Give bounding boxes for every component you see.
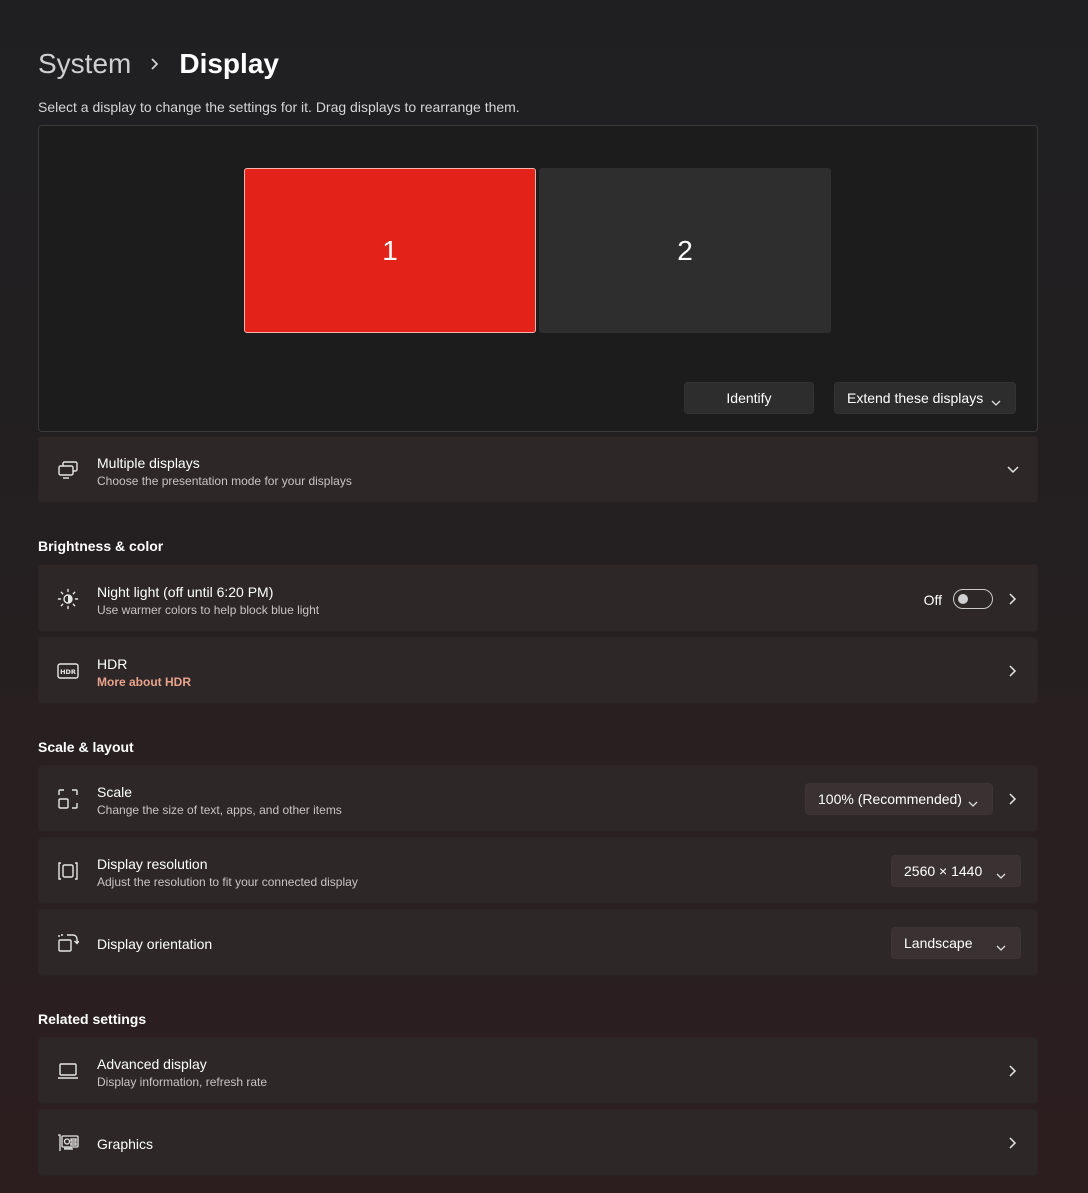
night-light-desc: Use warmer colors to help block blue lig… [97, 603, 320, 617]
resolution-value: 2560 × 1440 [904, 863, 983, 879]
display-mode-dropdown[interactable]: Extend these displays [834, 382, 1016, 414]
night-light-title: Night light (off until 6:20 PM) [97, 584, 274, 600]
scale-desc: Change the size of text, apps, and other… [97, 803, 342, 817]
orientation-dropdown[interactable]: Landscape [891, 927, 1021, 959]
display-resolution-title: Display resolution [97, 856, 208, 872]
resolution-dropdown[interactable]: 2560 × 1440 [891, 855, 1021, 887]
scale-title: Scale [97, 784, 133, 800]
graphics-card[interactable]: Graphics [38, 1109, 1038, 1176]
page-subtitle: Select a display to change the settings … [38, 99, 520, 115]
multiple-displays-title: Multiple displays [97, 455, 200, 471]
orientation-value: Landscape [904, 935, 973, 951]
night-light-toggle[interactable] [953, 589, 993, 609]
more-about-hdr-link[interactable]: More about HDR [97, 675, 191, 689]
chevron-right-icon[interactable] [1005, 591, 1021, 607]
chevron-down-icon [996, 939, 1006, 955]
chevron-right-icon[interactable] [1005, 791, 1021, 807]
graphics-card-icon [57, 1132, 79, 1154]
breadcrumb: System Display [38, 44, 279, 84]
advanced-display-card[interactable]: Advanced display Display information, re… [38, 1037, 1038, 1104]
display-orientation-card: Display orientation Landscape [38, 909, 1038, 976]
night-light-toggle-label: Off [923, 592, 942, 608]
chevron-right-icon[interactable] [1005, 1135, 1021, 1151]
monitor-1[interactable]: 1 [244, 168, 536, 333]
advanced-display-title: Advanced display [97, 1056, 207, 1072]
night-light-card[interactable]: Night light (off until 6:20 PM) Use warm… [38, 564, 1038, 632]
multiple-displays-icon [57, 459, 79, 481]
breadcrumb-system[interactable]: System [38, 48, 131, 80]
page-title: Display [179, 48, 279, 79]
graphics-title: Graphics [97, 1136, 154, 1152]
hdr-title: HDR [97, 656, 128, 672]
chevron-right-icon[interactable] [1005, 663, 1021, 679]
scale-icon [57, 788, 79, 810]
chevron-down-icon [996, 867, 1006, 883]
scale-card[interactable]: Scale Change the size of text, apps, and… [38, 765, 1038, 832]
scale-dropdown[interactable]: 100% (Recommended) [805, 783, 993, 815]
display-resolution-desc: Adjust the resolution to fit your connec… [97, 875, 358, 889]
monitor-2[interactable]: 2 [539, 168, 831, 333]
chevron-right-icon[interactable] [1005, 1063, 1021, 1079]
svg-text:HDR: HDR [60, 668, 76, 676]
orientation-icon [57, 932, 79, 954]
chevron-down-icon[interactable] [1005, 462, 1021, 478]
chevron-right-icon [149, 57, 161, 71]
toggle-knob [958, 594, 968, 604]
scale-value: 100% (Recommended) [818, 791, 962, 807]
display-orientation-title: Display orientation [97, 936, 213, 952]
display-resolution-card: Display resolution Adjust the resolution… [38, 837, 1038, 904]
resolution-icon [57, 860, 79, 882]
laptop-icon [57, 1060, 79, 1082]
chevron-down-icon [968, 795, 978, 811]
section-brightness-color: Brightness & color [38, 538, 164, 554]
multiple-displays-card[interactable]: Multiple displays Choose the presentatio… [38, 436, 1038, 503]
hdr-card[interactable]: HDR HDR More about HDR [38, 637, 1038, 704]
section-scale-layout: Scale & layout [38, 739, 134, 755]
identify-button[interactable]: Identify [684, 382, 814, 414]
multiple-displays-desc: Choose the presentation mode for your di… [97, 474, 352, 488]
hdr-icon: HDR [57, 660, 79, 682]
display-arrangement-panel: 1 2 Identify Extend these displays [38, 125, 1038, 432]
brightness-sun-icon [57, 588, 79, 610]
chevron-down-icon [991, 394, 1001, 410]
display-mode-value: Extend these displays [847, 390, 984, 406]
advanced-display-desc: Display information, refresh rate [97, 1075, 268, 1089]
section-related-settings: Related settings [38, 1011, 147, 1027]
